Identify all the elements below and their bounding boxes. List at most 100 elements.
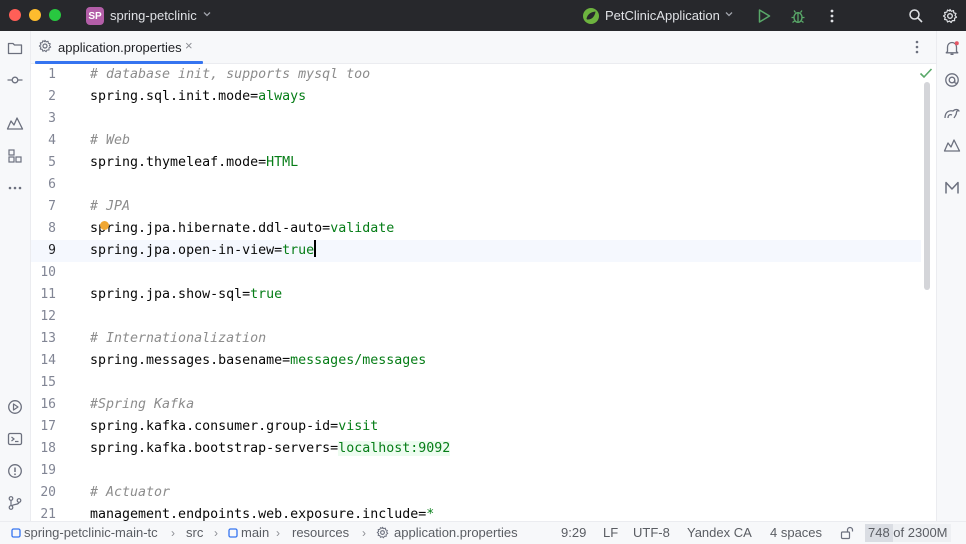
code-text: spring.kafka.consumer.group-id=visit [90,416,378,438]
markdown-button[interactable] [942,178,962,198]
terminal-icon [7,432,23,446]
debug-button[interactable] [788,6,808,26]
code-line[interactable]: 2 spring.sql.init.mode=always [31,86,921,108]
project-badge[interactable]: SP [86,7,104,25]
code-line[interactable]: 15 [31,372,921,394]
problems-tool-button[interactable] [5,461,25,481]
debug-icon [791,10,805,24]
code-line[interactable]: 12 [31,306,921,328]
comment-token: # Internationalization [90,331,267,346]
intention-bulb-icon[interactable] [100,221,109,230]
settings-file-icon [38,39,52,53]
code-line[interactable]: 9 spring.jpa.open-in-view=true [31,240,921,262]
breadcrumb-src[interactable]: src [186,525,203,541]
property-key-token: spring.kafka.consumer.group-id [90,419,331,434]
line-number: 16 [40,397,56,412]
minimize-window-button[interactable] [29,9,41,21]
maven-button[interactable] [942,135,962,155]
close-window-button[interactable] [9,9,21,21]
maximize-window-button[interactable] [49,9,61,21]
more-icon [830,9,834,23]
ai-assistant-button[interactable] [942,70,962,90]
run-tool-button[interactable] [5,397,25,417]
code-line[interactable]: 21 management.endpoints.web.exposure.incl… [31,504,921,521]
code-line[interactable]: 5 spring.thymeleaf.mode=HTML [31,152,921,174]
structure-tool-button[interactable] [5,146,25,166]
terminal-tool-button[interactable] [5,429,25,449]
chevron-down-icon[interactable] [725,10,733,18]
separator-token: = [258,155,267,170]
gradle-button[interactable] [942,103,962,123]
commit-tool-button[interactable] [5,70,25,90]
line-number: 21 [40,507,56,521]
more-actions-button[interactable] [822,6,842,26]
code-text: # Internationalization [90,328,266,350]
code-line[interactable]: 19 [31,460,921,482]
breadcrumb-file[interactable]: application.properties [394,525,518,541]
line-number: 1 [48,67,56,82]
code-line[interactable]: 14 spring.messages.basename=messages/mess… [31,350,921,372]
code-line[interactable]: 1 # database init, supports mysql too [31,64,921,86]
line-number: 9 [48,243,56,258]
code-line[interactable]: 8 spring.jpa.hibernate.ddl-auto=validate [31,218,921,240]
line-number: 19 [40,463,56,478]
property-key-token: spring.jpa.open-in-view [90,243,275,258]
line-number: 17 [40,419,56,434]
code-text: spring.kafka.bootstrap-servers=localhost… [90,438,451,460]
more-tool-windows-button[interactable] [5,177,25,197]
code-line[interactable]: 13 # Internationalization [31,328,921,350]
markdown-icon [945,181,959,194]
code-line[interactable]: 3 [31,108,921,130]
line-number: 8 [48,221,56,236]
search-everywhere-button[interactable] [906,6,926,26]
line-number: 6 [48,177,56,192]
run-configuration-selector[interactable]: PetClinicApplication [605,8,720,23]
code-line[interactable]: 20 # Actuator [31,482,921,504]
property-key-token: spring.thymeleaf.mode [90,155,259,170]
file-encoding[interactable]: UTF-8 [633,525,670,541]
run-icon [758,9,771,23]
vertical-scrollbar[interactable] [924,82,930,290]
tab-application-properties[interactable]: application.properties × [33,31,203,64]
close-icon[interactable]: × [185,39,197,53]
code-text: spring.sql.init.mode=always [90,86,306,108]
code-line[interactable]: 7 # JPA [31,196,921,218]
breadcrumb-project[interactable]: spring-petclinic-main-tc [24,525,158,541]
line-number: 7 [48,199,56,214]
code-text: spring.jpa.hibernate.ddl-auto=validate [90,218,394,240]
code-line[interactable]: 16 #Spring Kafka [31,394,921,416]
project-selector[interactable]: spring-petclinic [110,8,197,23]
code-editor[interactable]: 1 # database init, supports mysql too 2 spr… [31,64,936,521]
git-tool-button[interactable] [5,493,25,513]
code-line[interactable]: 18 spring.kafka.bootstrap-servers=localho… [31,438,921,460]
project-tool-button[interactable] [5,38,25,58]
run-button[interactable] [754,6,774,26]
line-separator[interactable]: LF [603,525,618,541]
indent-setting[interactable]: 4 spaces [770,525,822,541]
breadcrumb-main[interactable]: main [241,525,269,541]
run-tool-icon [8,400,22,414]
settings-button[interactable] [940,6,960,26]
no-problems-check-icon[interactable] [919,66,933,80]
chevron-down-icon[interactable] [203,10,211,18]
gradle-icon [944,108,960,119]
locale-selector[interactable]: Yandex CA [687,525,752,541]
line-number: 12 [40,309,56,324]
notifications-button[interactable] [942,38,962,58]
code-text: #Spring Kafka [90,394,194,416]
code-line[interactable]: 11 spring.jpa.show-sql=true [31,284,921,306]
memory-indicator[interactable]: 748 of 2300M [865,524,951,542]
property-value-token: * [426,507,435,521]
code-line[interactable]: 10 [31,262,921,284]
caret-position[interactable]: 9:29 [561,525,586,541]
title-bar: SP spring-petclinic PetClinicApplication [0,0,966,31]
code-line[interactable]: 17 spring.kafka.consumer.group-id=visit [31,416,921,438]
services-tool-button[interactable] [5,113,25,133]
breadcrumb-resources[interactable]: resources [292,525,349,541]
right-tool-window-bar [936,31,966,521]
code-line[interactable]: 6 [31,174,921,196]
separator-token: = [322,221,331,236]
tab-options-button[interactable] [909,39,925,55]
unlock-icon[interactable] [840,526,854,540]
code-line[interactable]: 4 # Web [31,130,921,152]
